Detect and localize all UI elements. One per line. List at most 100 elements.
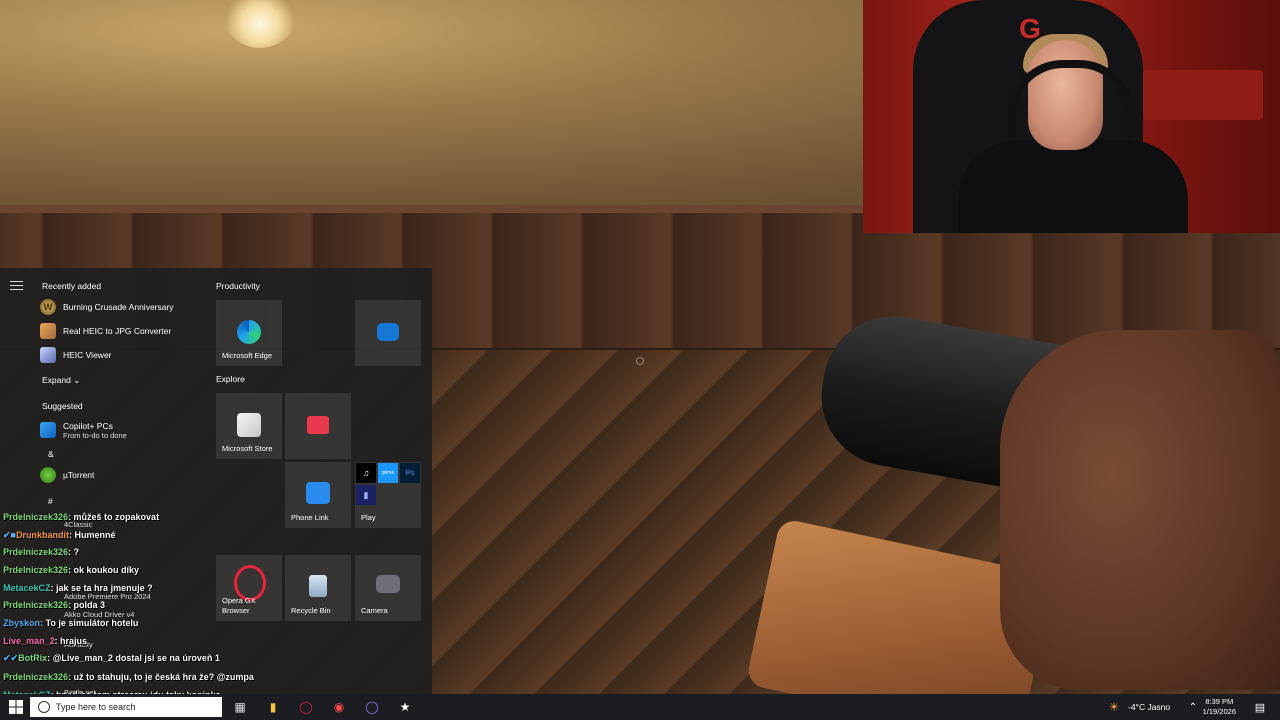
letter-ampersand[interactable]: & <box>48 449 54 459</box>
app-circle-icon[interactable]: ◯ <box>362 697 382 717</box>
chat-username: MetacekCZ <box>3 583 51 593</box>
news-icon <box>307 416 329 434</box>
obs-icon[interactable]: ◉ <box>329 697 349 717</box>
tile-label: Opera GX Browser <box>222 596 256 616</box>
tile-outlook[interactable] <box>355 300 421 366</box>
chat-message: Zbyskon: To je simulátor hotelu <box>3 618 139 628</box>
tile-label: Recycle Bin <box>291 606 331 615</box>
chat-username: Prdelniczek326 <box>3 600 69 610</box>
weather-text[interactable]: -4°C Jasno <box>1128 702 1170 712</box>
chat-username: Zbyskon <box>3 618 41 628</box>
tile-label-line2: Browser <box>222 606 250 615</box>
store-icon <box>237 413 261 437</box>
outlook-icon <box>377 323 399 341</box>
notifications-icon[interactable]: ▤ <box>1250 697 1270 717</box>
chat-text: @Live_man_2 dostal jsi se na úroveň 1 <box>52 653 220 663</box>
start-menu: Recently added W Burning Crusade Anniver… <box>0 268 432 697</box>
badge-icon: ✔✔ <box>3 653 19 663</box>
prime-video-icon: prime <box>378 463 398 483</box>
windows-start-icon[interactable] <box>6 697 26 717</box>
opera-gx-taskbar-icon[interactable]: ◯ <box>296 697 316 717</box>
chevron-up-icon[interactable]: ⌃ <box>1183 697 1203 717</box>
app-label: µTorrent <box>63 470 95 480</box>
file-explorer-icon[interactable]: ▮ <box>263 697 283 717</box>
chat-text: To je simulátor hotelu <box>45 618 139 628</box>
taskbar-clock[interactable]: 8:39 PM 1/19/2026 <box>1203 697 1236 717</box>
recently-added-heading: Recently added <box>42 281 102 291</box>
tile-label: Microsoft Edge <box>222 351 273 360</box>
task-view-icon[interactable]: ▦ <box>230 697 250 717</box>
expand-button[interactable]: Expand ⌄ <box>42 375 80 386</box>
chat-message: Prdelniczek326: ? <box>3 547 80 557</box>
chat-username: Prdelniczek326 <box>3 565 69 575</box>
tile-phone-link[interactable]: Phone Link <box>285 462 351 528</box>
app-label: Real HEIC to JPG Converter <box>63 326 172 336</box>
camera-icon <box>376 575 400 593</box>
app-burning-crusade[interactable]: W Burning Crusade Anniversary <box>40 296 174 318</box>
chevron-down-icon: ⌄ <box>73 375 81 385</box>
suggested-heading: Suggested <box>42 401 83 411</box>
wow-icon: W <box>40 299 56 315</box>
app-utorrent[interactable]: µTorrent <box>40 464 94 486</box>
recycle-bin-icon <box>309 575 327 597</box>
chat-username: Drunkbandit <box>15 530 69 540</box>
chat-text: ok koukou díky <box>73 565 140 575</box>
chat-text: hrajus <box>60 636 88 646</box>
taskbar: Type here to search ▦ ▮ ◯ ◉ ◯ ★ ☀ -4°C J… <box>0 694 1280 720</box>
tile-label: Camera <box>361 606 388 615</box>
tile-recycle-bin[interactable]: Recycle Bin <box>285 555 351 621</box>
suggested-text: Copilot+ PCs From to-do to done <box>63 421 127 440</box>
streamer-hoodie <box>958 140 1188 233</box>
player-hand <box>1000 330 1280 690</box>
app-heic-converter[interactable]: Real HEIC to JPG Converter <box>40 320 171 342</box>
photoshop-icon: Ps <box>400 463 420 483</box>
background-shelf <box>1143 70 1263 120</box>
unreal-engine-icon[interactable]: ★ <box>395 697 415 717</box>
chat-text: už to stahuju, to je česká hra že? @zump… <box>73 672 254 682</box>
suggested-copilot[interactable]: Copilot+ PCs From to-do to done <box>40 417 127 443</box>
chat-text: jak se ta hra jmenuje ? <box>56 583 153 593</box>
clock-time: 8:39 PM <box>1205 697 1234 706</box>
tile-news[interactable] <box>285 393 351 459</box>
tile-label: Phone Link <box>291 513 329 522</box>
chat-message: ✔■Drunkbandit: Humenné <box>3 530 116 540</box>
tile-microsoft-edge[interactable]: Microsoft Edge <box>216 300 282 366</box>
clock-date: 1/19/2026 <box>1202 707 1236 716</box>
letter-hash[interactable]: # <box>48 496 53 506</box>
chat-username: BotRix <box>18 653 48 663</box>
chat-text: ? <box>73 547 80 557</box>
chat-message: ✔✔BotRix: @Live_man_2 dostal jsi se na ú… <box>3 653 220 663</box>
tile-microsoft-store[interactable]: Microsoft Store <box>216 393 282 459</box>
taskbar-search-box[interactable]: Type here to search <box>30 697 222 717</box>
chat-message: Prdelniczek326: polda 3 <box>3 600 106 610</box>
app-label: HEIC Viewer <box>63 350 112 360</box>
weather-icon[interactable]: ☀ <box>1104 697 1124 717</box>
chat-message: Prdelniczek326: můžeš to zopakovat <box>3 512 160 522</box>
menu-hamburger-icon[interactable] <box>10 281 23 291</box>
suggested-subtitle: From to-do to done <box>63 430 127 440</box>
chat-message: Prdelniczek326: ok koukou díky <box>3 565 140 575</box>
phone-link-icon <box>306 482 330 504</box>
windows-icon <box>40 422 56 438</box>
chat-message: Live_man_2: hrajus <box>3 636 88 646</box>
chat-text: můžeš to zopakovat <box>73 512 160 522</box>
search-placeholder: Type here to search <box>56 702 136 712</box>
suggested-title: Copilot+ PCs <box>63 420 113 431</box>
chat-username: Prdelniczek326 <box>3 512 69 522</box>
chat-text: polda 3 <box>73 600 106 610</box>
edge-icon <box>237 320 261 344</box>
tile-play[interactable]: ♫ prime Ps ▮ Play <box>355 462 421 528</box>
image-viewer-icon <box>40 347 56 363</box>
app-heic-viewer[interactable]: HEIC Viewer <box>40 344 112 366</box>
tile-camera[interactable]: Camera <box>355 555 421 621</box>
expand-label: Expand <box>42 375 71 385</box>
tile-label-line1: Opera GX <box>222 596 256 605</box>
badge-icon: ✔■ <box>3 530 16 540</box>
tile-label: Play <box>361 513 376 522</box>
tiktok-icon: ♫ <box>356 463 376 483</box>
crosshair <box>636 357 644 365</box>
chat-text: Humenné <box>74 530 116 540</box>
chat-username: Prdelniczek326 <box>3 547 69 557</box>
tile-label: Microsoft Store <box>222 444 273 453</box>
tile-opera-gx[interactable]: Opera GX Browser <box>216 555 282 621</box>
